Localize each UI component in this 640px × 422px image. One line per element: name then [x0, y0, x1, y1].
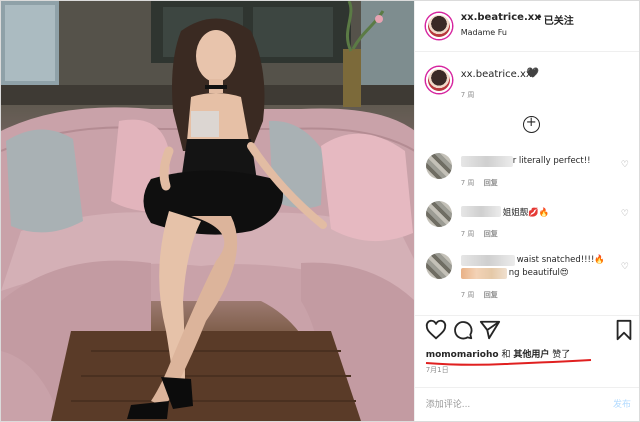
comment-text: 姐姐靓💋🔥 — [502, 208, 550, 218]
comment-time[interactable]: 7 周 — [461, 178, 475, 188]
reply-button[interactable]: 回复 — [484, 290, 498, 300]
comment-like-heart-icon[interactable]: ♡ — [621, 209, 629, 219]
redacted-text — [460, 206, 501, 217]
comment-like-heart-icon[interactable]: ♡ — [621, 160, 629, 170]
post-photo[interactable] — [1, 1, 414, 421]
comment-avatar[interactable] — [425, 201, 452, 227]
reply-button[interactable]: 回复 — [484, 178, 498, 188]
plant-pot — [343, 49, 361, 107]
mosaic-blur — [191, 111, 219, 137]
bookmark-icon[interactable] — [613, 319, 635, 341]
comment-like-heart-icon[interactable]: ♡ — [621, 262, 629, 272]
location-link[interactable]: Madame Fu — [461, 28, 507, 37]
comment-text-line2: ng beautiful😍 — [508, 268, 569, 278]
redacted-text — [460, 255, 515, 266]
header-divider — [414, 51, 639, 52]
load-more-comments-button[interactable]: + — [522, 115, 540, 133]
comment-text: r literally perfect!! — [512, 156, 591, 166]
caption-emoji: 🖤 — [526, 68, 540, 79]
comment-time[interactable]: 7 周 — [461, 290, 475, 300]
action-bar — [415, 319, 640, 345]
comment-icon[interactable] — [452, 319, 474, 341]
caption-time[interactable]: 7 周 — [461, 90, 475, 100]
reply-button[interactable]: 回复 — [484, 229, 498, 239]
face — [196, 30, 236, 82]
post-comment-button[interactable]: 发布 — [613, 397, 631, 410]
right-window — [361, 1, 414, 97]
comment-avatar[interactable] — [425, 153, 452, 179]
header-separator: • — [536, 12, 543, 23]
header-username[interactable]: xx.beatrice.xx — [461, 12, 541, 23]
input-divider — [414, 387, 639, 388]
caption-avatar[interactable] — [425, 67, 452, 93]
header-avatar[interactable] — [425, 13, 452, 39]
redacted-text — [460, 156, 513, 167]
paper-plane-icon[interactable] — [479, 319, 501, 341]
instagram-post: xx.beatrice.xx • 已关注 Madame Fu xx.beatri… — [0, 0, 640, 422]
follow-status[interactable]: 已关注 — [544, 12, 574, 27]
red-underline-annotation — [425, 359, 591, 366]
heart-icon[interactable] — [425, 319, 447, 341]
post-date[interactable]: 7月1日 — [426, 365, 449, 375]
comment-time[interactable]: 7 周 — [461, 229, 475, 239]
pink-cushion-right — [321, 133, 413, 242]
redacted-text — [460, 268, 507, 279]
comment-input[interactable]: 添加评论... — [426, 397, 471, 410]
grey-cushion-left — [6, 129, 83, 233]
post-side-panel: xx.beatrice.xx • 已关注 Madame Fu xx.beatri… — [413, 1, 640, 421]
plus-circle-icon: + — [525, 115, 537, 130]
post-photo-illustration — [1, 1, 414, 421]
comment-text: waist snatched!!!!🔥 — [516, 255, 605, 265]
comment-avatar[interactable] — [425, 253, 452, 279]
caption-username[interactable]: xx.beatrice.xx — [461, 69, 532, 80]
comments-divider — [414, 315, 639, 316]
